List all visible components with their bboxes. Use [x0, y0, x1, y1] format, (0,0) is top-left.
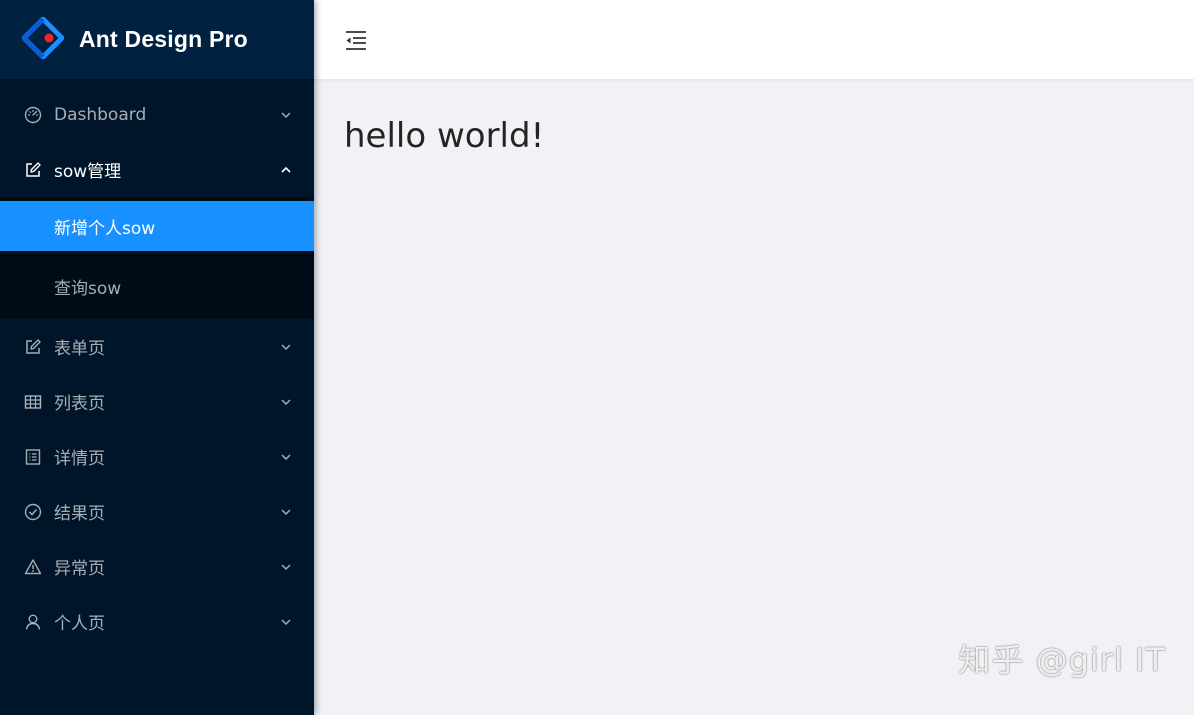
sidebar-item-label: Dashboard — [54, 104, 147, 125]
watermark: 知乎 @girl IT — [958, 641, 1166, 679]
sidebar-item-label: 结果页 — [54, 504, 105, 524]
chevron-down-icon — [280, 341, 292, 353]
sidebar-item-profile[interactable]: 详情页 — [0, 429, 314, 484]
sidebar: Ant Design Pro Dashboard sow管理 新增个人sow 查… — [0, 0, 314, 715]
warning-icon — [24, 558, 42, 576]
menu-fold-icon[interactable] — [344, 28, 368, 52]
form-icon — [24, 338, 42, 356]
app-title: Ant Design Pro — [79, 26, 248, 52]
check-circle-icon — [24, 503, 42, 521]
user-icon — [24, 613, 42, 631]
sidebar-item-label: 表单页 — [54, 339, 105, 359]
sidebar-item-form[interactable]: 表单页 — [0, 319, 314, 374]
sidebar-item-list[interactable]: 列表页 — [0, 374, 314, 429]
sidebar-item-exception[interactable]: 异常页 — [0, 539, 314, 594]
sidebar-item-result[interactable]: 结果页 — [0, 484, 314, 539]
logo-bar[interactable]: Ant Design Pro — [0, 0, 314, 79]
dashboard-icon — [24, 106, 42, 124]
chevron-down-icon — [280, 506, 292, 518]
chevron-down-icon — [280, 616, 292, 628]
chevron-down-icon — [280, 561, 292, 573]
page-heading: hello world! — [344, 116, 545, 156]
sidebar-subitem-label: 查询sow — [54, 278, 122, 299]
main-content: hello world! — [344, 116, 544, 156]
sow-submenu: 新增个人sow 查询sow — [0, 197, 314, 319]
sidebar-item-label: 详情页 — [54, 449, 105, 469]
table-icon — [24, 393, 42, 411]
sidebar-item-label: 异常页 — [54, 559, 105, 579]
chevron-down-icon — [280, 451, 292, 463]
sidebar-item-sow-management[interactable]: sow管理 — [0, 142, 314, 197]
ant-design-logo-icon — [21, 16, 65, 63]
sidebar-item-label: sow管理 — [54, 162, 122, 182]
profile-icon — [24, 448, 42, 466]
sidebar-subitem-query-sow[interactable]: 查询sow — [0, 261, 314, 311]
sidebar-subitem-label: 新增个人sow — [54, 218, 156, 239]
edit-icon — [24, 161, 42, 179]
sidebar-item-account[interactable]: 个人页 — [0, 594, 314, 649]
sidebar-item-label: 列表页 — [54, 394, 105, 414]
chevron-down-icon — [280, 109, 292, 121]
sidebar-item-label: 个人页 — [54, 614, 105, 634]
chevron-down-icon — [280, 396, 292, 408]
chevron-up-icon — [280, 164, 292, 176]
sidebar-menu: Dashboard sow管理 新增个人sow 查询sow 表单页 列表页 详情… — [0, 79, 314, 649]
top-header — [314, 0, 1194, 79]
sidebar-item-dashboard[interactable]: Dashboard — [0, 87, 314, 142]
sidebar-subitem-new-sow[interactable]: 新增个人sow — [0, 201, 314, 251]
